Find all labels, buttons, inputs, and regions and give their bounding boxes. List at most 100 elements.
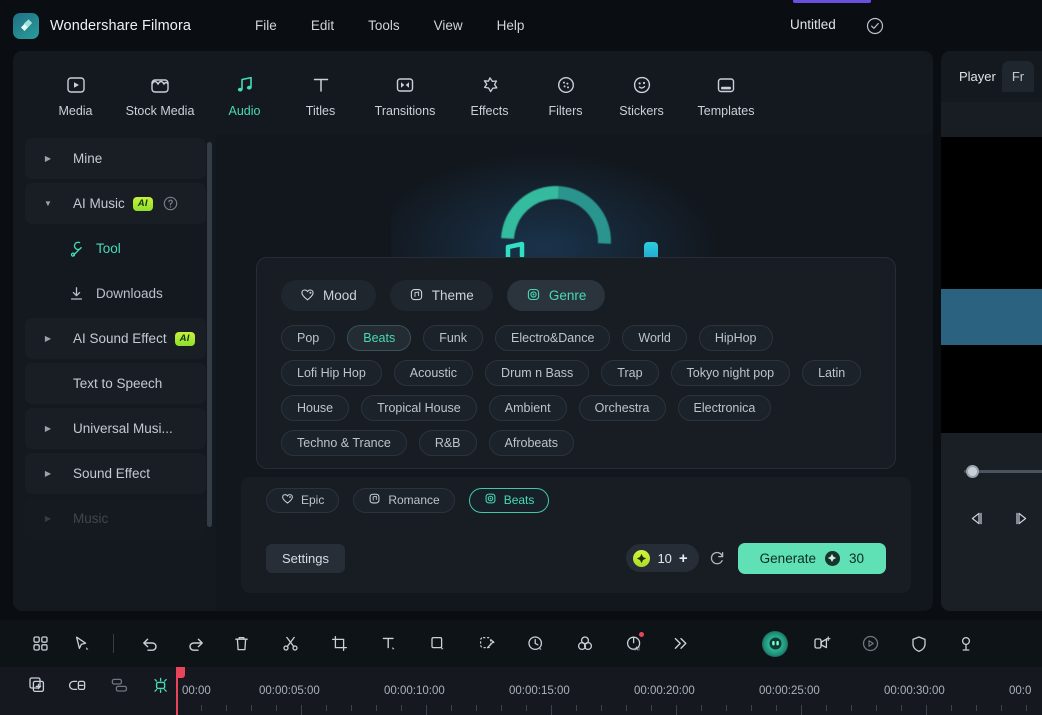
genre-chip-world[interactable]: World: [622, 325, 687, 351]
link-clip-icon[interactable]: [68, 676, 88, 695]
avatar-face-icon[interactable]: [762, 630, 788, 657]
menu-help[interactable]: Help: [480, 12, 542, 39]
import-media-icon[interactable]: [28, 676, 47, 695]
redo-icon[interactable]: [186, 634, 205, 653]
tab-frame[interactable]: Fr: [1001, 61, 1035, 92]
tab-templates[interactable]: Templates: [680, 68, 772, 118]
genre-chip-ambient[interactable]: Ambient: [488, 395, 567, 421]
genre-chip-acoustic[interactable]: Acoustic: [393, 360, 474, 386]
tab-titles[interactable]: Titles: [283, 68, 358, 118]
split-scissors-icon[interactable]: [281, 634, 300, 653]
genre-chip-techno-trance[interactable]: Techno & Trance: [281, 430, 407, 456]
tab-media-label: Media: [58, 103, 93, 118]
player-seek-knob[interactable]: [966, 465, 979, 478]
genre-chip-orchestra[interactable]: Orchestra: [578, 395, 666, 421]
app-brand-title: Wondershare Filmora: [50, 17, 192, 34]
color-circles-icon[interactable]: [575, 634, 594, 653]
grid-icon[interactable]: [31, 634, 50, 653]
tag-romance[interactable]: Romance: [353, 487, 455, 513]
genre-chip-electronica[interactable]: Electronica: [677, 395, 772, 421]
genre-chip-hiphop[interactable]: HipHop: [698, 325, 773, 351]
ruler-tick: [376, 705, 377, 711]
tab-audio[interactable]: Audio: [207, 68, 282, 118]
select-cursor-icon[interactable]: [72, 634, 91, 653]
sidebar-item-music[interactable]: ▶ Music: [25, 498, 206, 539]
sidebar-item-text-to-speech[interactable]: Text to Speech: [25, 363, 206, 404]
settings-button[interactable]: Settings: [266, 543, 345, 573]
tab-transitions[interactable]: Transitions: [359, 68, 451, 118]
genre-chip-tropical-house[interactable]: Tropical House: [361, 395, 477, 421]
genre-chip-pop[interactable]: Pop: [281, 325, 336, 351]
genre-chip-latin[interactable]: Latin: [802, 360, 862, 386]
mask-icon[interactable]: [477, 634, 496, 653]
player-canvas-content: [941, 289, 1042, 345]
menu-view[interactable]: View: [417, 12, 480, 39]
tab-stock-media[interactable]: Stock Media: [114, 68, 206, 118]
chevron-right-icon: ▶: [44, 469, 52, 478]
help-circle-icon[interactable]: [163, 196, 178, 211]
genre-chip-electro-dance[interactable]: Electro&Dance: [495, 325, 611, 351]
tab-stickers[interactable]: Stickers: [604, 68, 679, 118]
check-circle-icon[interactable]: [866, 17, 884, 35]
refresh-icon[interactable]: [708, 549, 726, 567]
menu-edit[interactable]: Edit: [294, 12, 351, 39]
tab-genre[interactable]: Genre: [506, 280, 606, 311]
sidebar-item-tool[interactable]: Tool: [25, 228, 206, 269]
credits-badge[interactable]: 10 +: [626, 544, 699, 572]
ai-camera-icon[interactable]: AI: [624, 632, 644, 653]
ruler-label-7: 00:0: [1009, 685, 1032, 697]
timeline-ruler[interactable]: 00:00 00:00:05:00 00:00:10:00 00:00:15:0…: [176, 667, 1042, 715]
tab-theme[interactable]: Theme: [389, 280, 493, 311]
menu-file[interactable]: File: [238, 12, 294, 39]
credits-add-button[interactable]: +: [679, 551, 688, 566]
tab-media[interactable]: Media: [38, 68, 113, 118]
sidebar-scrollbar[interactable]: [207, 142, 212, 527]
ai-video-icon[interactable]: [813, 634, 832, 653]
tag-beats[interactable]: Beats: [468, 487, 550, 513]
sidebar-item-mine[interactable]: ▶ Mine: [25, 138, 206, 179]
generate-button[interactable]: Generate 30: [737, 542, 886, 574]
genre-chip-afrobeats[interactable]: Afrobeats: [488, 430, 575, 456]
genre-chip-house[interactable]: House: [281, 395, 350, 421]
menu-tools[interactable]: Tools: [351, 12, 417, 39]
genre-chip-drum-n-bass[interactable]: Drum n Bass: [485, 360, 590, 386]
record-icon[interactable]: [861, 634, 880, 653]
genre-chip-funk[interactable]: Funk: [423, 325, 484, 351]
chevron-right-icon: ▶: [44, 424, 52, 433]
sidebar-item-sound-effect[interactable]: ▶ Sound Effect: [25, 453, 206, 494]
more-chevrons-icon[interactable]: [671, 634, 690, 653]
generate-button-label: Generate: [759, 550, 816, 566]
speed-clock-icon[interactable]: [526, 634, 545, 653]
player-canvas[interactable]: [941, 137, 1042, 433]
delete-trash-icon[interactable]: [232, 634, 251, 653]
text-T-icon[interactable]: [379, 634, 398, 653]
next-frame-icon[interactable]: [1012, 509, 1031, 528]
shape-square-icon[interactable]: [428, 634, 447, 653]
tab-player[interactable]: Player: [959, 69, 996, 84]
tag-epic[interactable]: Epic: [266, 487, 340, 513]
genre-chip-beats[interactable]: Beats: [347, 325, 412, 351]
tab-mood[interactable]: Mood: [281, 280, 376, 311]
genre-chip-lofi-hip-hop[interactable]: Lofi Hip Hop: [281, 360, 382, 386]
generate-cost-gem-icon: [824, 550, 840, 566]
undo-icon[interactable]: [140, 634, 159, 653]
sidebar-item-ai-sound-effect[interactable]: ▶ AI Sound Effect AI: [25, 318, 206, 359]
tab-effects[interactable]: Effects: [452, 68, 527, 118]
prev-frame-icon[interactable]: [967, 509, 986, 528]
sidebar-item-ai-music[interactable]: ▼ AI Music AI: [25, 183, 206, 224]
genre-chip-trap[interactable]: Trap: [601, 360, 659, 386]
generate-cost-value: 30: [848, 550, 864, 566]
crop-icon[interactable]: [330, 634, 349, 653]
sidebar-item-downloads[interactable]: Downloads: [25, 273, 206, 314]
marker-icon[interactable]: [151, 676, 170, 695]
genre-chip-tokyo-night-pop[interactable]: Tokyo night pop: [670, 360, 791, 386]
mic-icon[interactable]: [956, 634, 975, 653]
timeline-playhead-handle[interactable]: [176, 667, 185, 678]
edit-toolbar: AI: [0, 620, 1042, 667]
shield-icon[interactable]: [909, 634, 928, 653]
align-icon[interactable]: [110, 676, 129, 695]
tab-audio-label: Audio: [228, 103, 261, 118]
genre-chip-rnb[interactable]: R&B: [418, 430, 477, 456]
sidebar-item-universal-music[interactable]: ▶ Universal Musi...: [25, 408, 206, 449]
tab-filters[interactable]: Filters: [528, 68, 603, 118]
